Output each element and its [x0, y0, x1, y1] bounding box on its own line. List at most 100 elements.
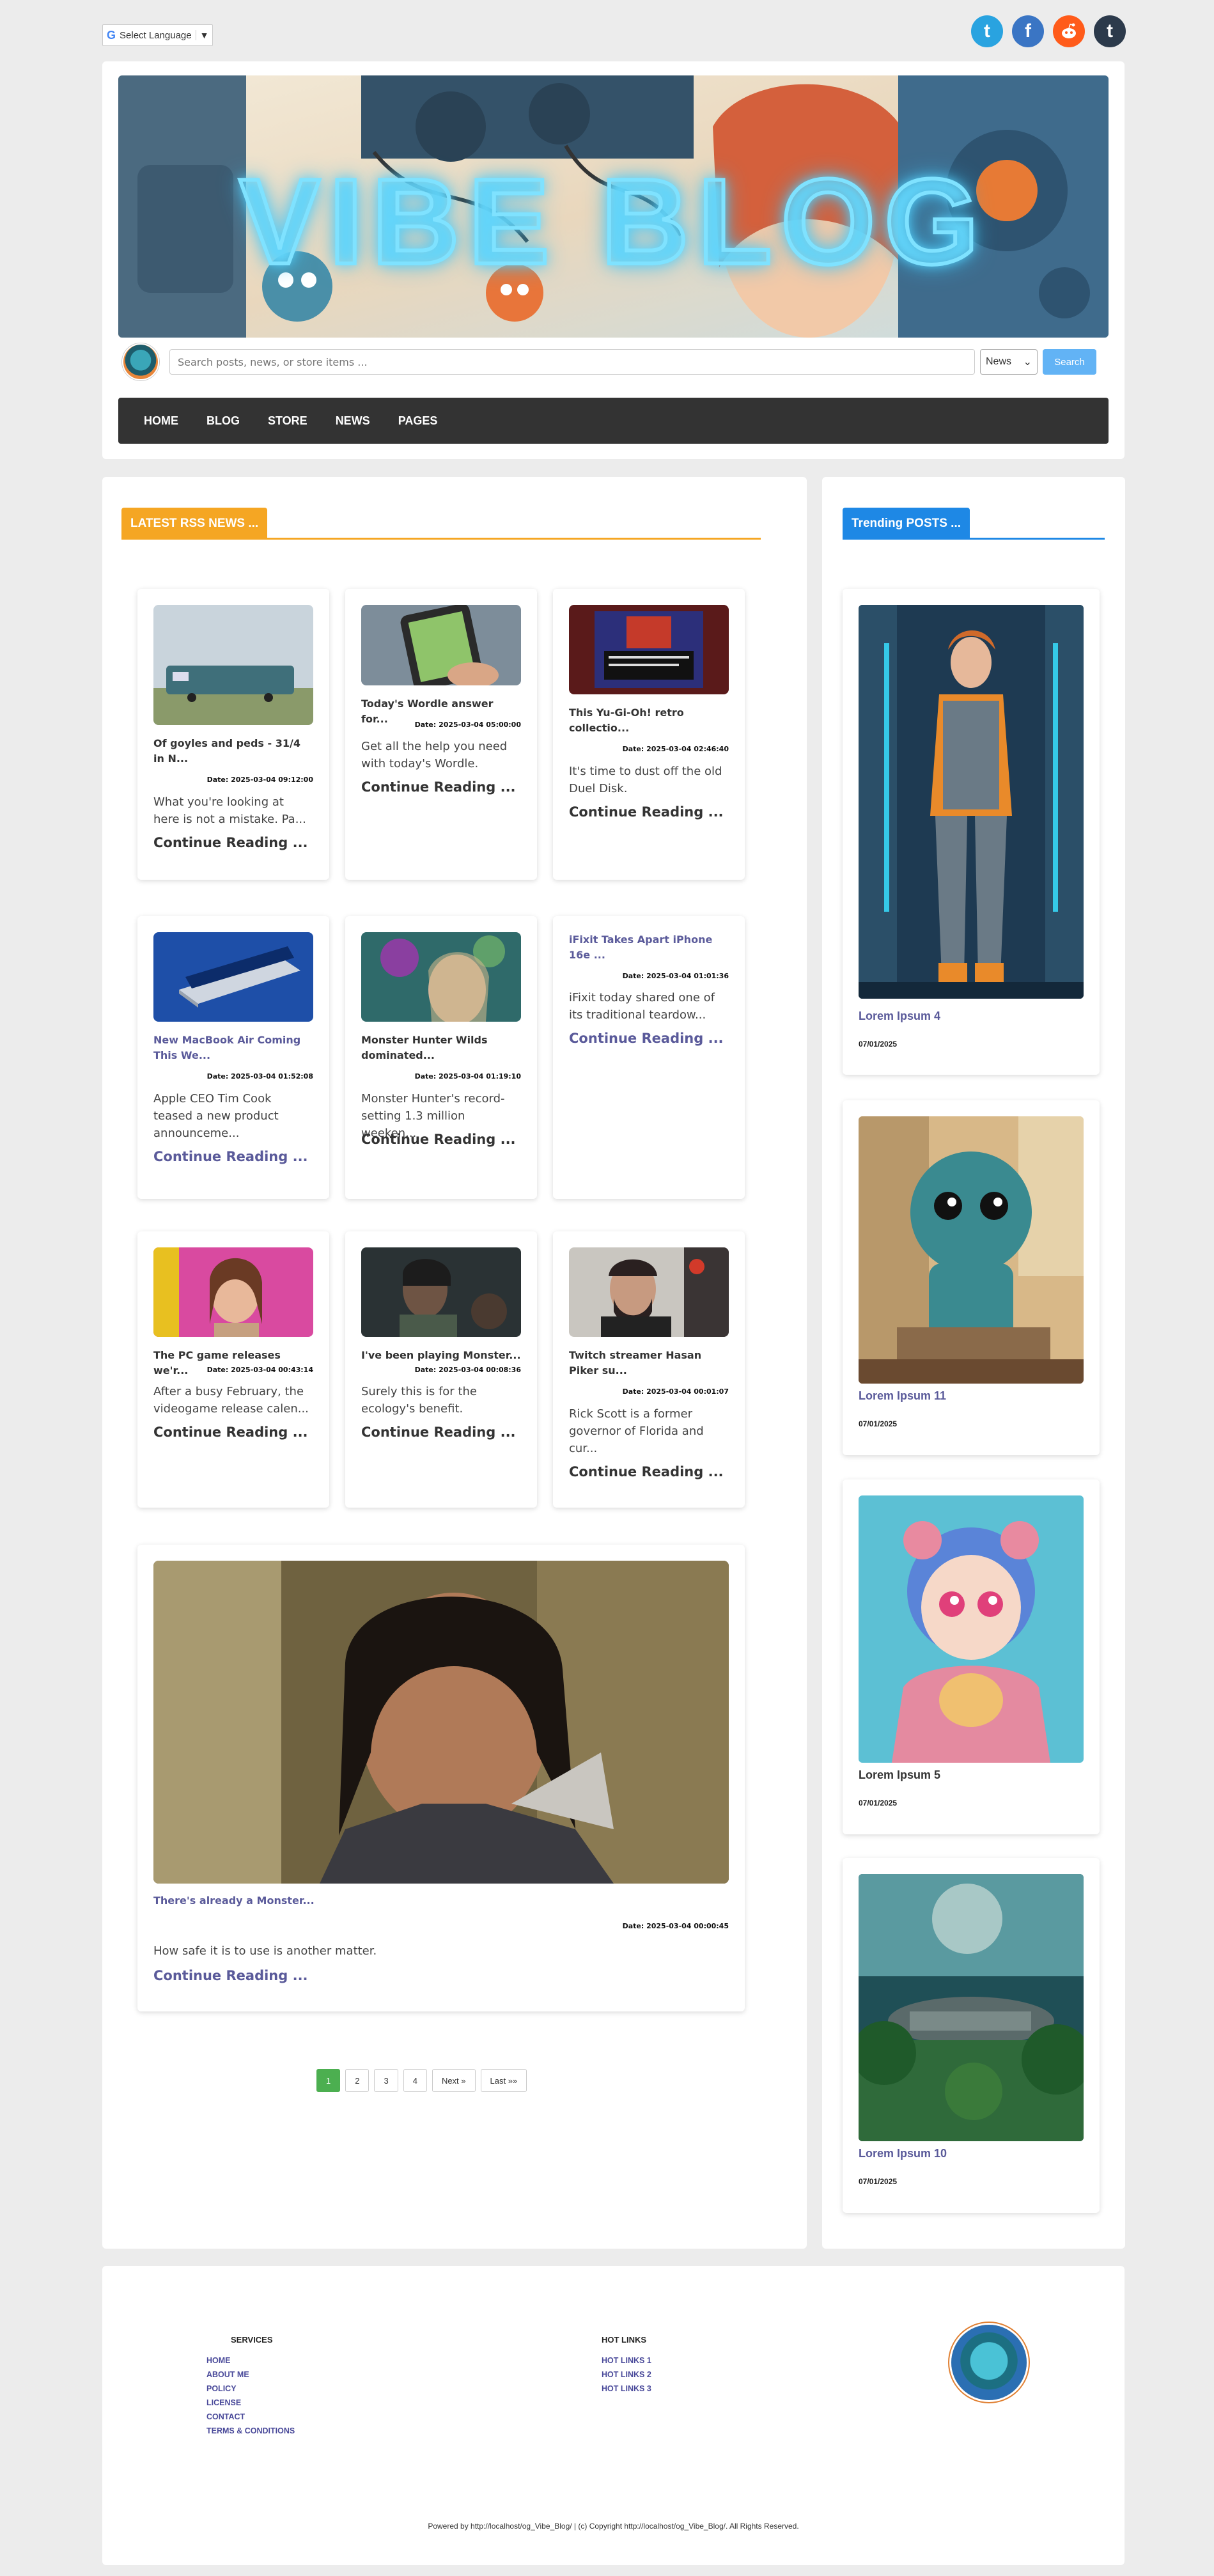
news-date: Date: 2025-03-04 09:12:00 — [206, 776, 313, 784]
trending-card[interactable]: Lorem Ipsum 5 07/01/2025 — [843, 1479, 1100, 1834]
news-thumbnail[interactable] — [361, 605, 521, 685]
trending-card[interactable]: Lorem Ipsum 10 07/01/2025 — [843, 1858, 1100, 2213]
news-title[interactable]: There's already a Monster... — [153, 1893, 537, 1909]
hotlink-1[interactable]: HOT LINKS 1 — [602, 2354, 651, 2368]
nav-blog[interactable]: BLOG — [192, 414, 254, 428]
trending-image[interactable] — [859, 1495, 1084, 1763]
next-page-button[interactable]: Next » — [432, 2069, 476, 2092]
news-title[interactable]: Monster Hunter Wilds dominated... — [361, 1033, 521, 1063]
hotlink-3[interactable]: HOT LINKS 3 — [602, 2382, 651, 2396]
search-button[interactable]: Search — [1043, 349, 1096, 375]
twitter-icon[interactable]: t — [971, 15, 1003, 47]
hotlinks-column: HOT LINKS HOT LINKS 1 HOT LINKS 2 HOT LI… — [602, 2335, 651, 2396]
search-input[interactable] — [169, 349, 975, 375]
news-title[interactable]: Twitch streamer Hasan Piker su... — [569, 1348, 729, 1378]
news-thumbnail[interactable] — [153, 932, 313, 1022]
continue-reading-link[interactable]: Continue Reading ... — [153, 835, 308, 850]
news-thumbnail[interactable] — [569, 1247, 729, 1337]
copyright: Powered by http://localhost/og_Vibe_Blog… — [428, 2522, 799, 2531]
tumblr-icon[interactable]: t — [1094, 15, 1126, 47]
facebook-icon[interactable]: f — [1012, 15, 1044, 47]
trending-date: 07/01/2025 — [859, 1040, 898, 1049]
news-excerpt: Get all the help you need with today's W… — [361, 740, 508, 770]
footer-link-terms[interactable]: TERMS & CONDITIONS — [206, 2424, 295, 2438]
featured-thumbnail[interactable] — [153, 1561, 729, 1884]
page-2-button[interactable]: 2 — [345, 2069, 370, 2092]
section-header: Trending POSTS ... — [843, 508, 1105, 540]
news-card[interactable]: iFixit Takes Apart iPhone 16e ... Date: … — [553, 916, 745, 1199]
page-3-button[interactable]: 3 — [374, 2069, 398, 2092]
news-card[interactable]: I've been playing Monster... Date: 2025-… — [345, 1231, 537, 1508]
continue-reading-link[interactable]: Continue Reading ... — [361, 779, 516, 795]
news-title[interactable]: New MacBook Air Coming This We... — [153, 1033, 313, 1063]
footer-link-policy[interactable]: POLICY — [206, 2382, 295, 2396]
continue-reading-link[interactable]: Continue Reading ... — [361, 1425, 516, 1440]
continue-reading-link[interactable]: Continue Reading ... — [153, 1968, 308, 1983]
page-4-button[interactable]: 4 — [403, 2069, 427, 2092]
pagination: 1 2 3 4 Next » Last »» — [316, 2069, 527, 2092]
news-excerpt: After a busy February, the videogame rel… — [153, 1385, 309, 1416]
continue-reading-link[interactable]: Continue Reading ... — [361, 1132, 516, 1147]
news-title[interactable]: Of goyles and peds - 31/4 in N... — [153, 736, 313, 767]
footer-link-home[interactable]: HOME — [206, 2354, 295, 2368]
news-thumbnail[interactable] — [569, 605, 729, 694]
nav-home[interactable]: HOME — [130, 414, 192, 428]
news-excerpt: iFixit today shared one of its tradition… — [569, 991, 715, 1022]
search-row: News ⌄ Search — [118, 343, 1109, 381]
trending-date: 07/01/2025 — [859, 1799, 898, 1807]
news-title[interactable]: I've been playing Monster... — [361, 1348, 521, 1363]
news-card[interactable]: This Yu-Gi-Oh! retro collectio... Date: … — [553, 589, 745, 880]
header: VIBE BLOG News ⌄ Search HOME BLOG STORE … — [102, 61, 1125, 459]
social-links: t f t — [971, 15, 1126, 47]
continue-reading-link[interactable]: Continue Reading ... — [153, 1425, 308, 1440]
last-page-button[interactable]: Last »» — [480, 2069, 527, 2092]
news-date: Date: 2025-03-04 05:00:00 — [414, 721, 521, 729]
search-category-select[interactable]: News ⌄ — [980, 349, 1038, 375]
services-column: SERVICES HOME ABOUT ME POLICY LICENSE CO… — [206, 2335, 295, 2438]
news-card[interactable]: Twitch streamer Hasan Piker su... Date: … — [553, 1231, 745, 1508]
reddit-icon[interactable] — [1053, 15, 1085, 47]
trending-image[interactable] — [859, 1116, 1084, 1384]
news-excerpt: Apple CEO Tim Cook teased a new product … — [153, 1092, 279, 1140]
news-thumbnail[interactable] — [361, 1247, 521, 1337]
news-card[interactable]: The PC game releases we'r... Date: 2025-… — [137, 1231, 329, 1508]
language-selector[interactable]: G Select Language ▼ — [102, 24, 214, 46]
news-thumbnail[interactable] — [153, 1247, 313, 1337]
trending-title[interactable]: Lorem Ipsum 10 — [859, 2147, 947, 2160]
news-card[interactable]: New MacBook Air Coming This We... Date: … — [137, 916, 329, 1199]
site-logo[interactable] — [122, 343, 159, 380]
footer-link-about[interactable]: ABOUT ME — [206, 2368, 295, 2382]
trending-title[interactable]: Lorem Ipsum 11 — [859, 1389, 946, 1403]
nav-pages[interactable]: PAGES — [384, 414, 452, 428]
news-thumbnail[interactable] — [361, 932, 521, 1022]
trending-card[interactable]: Lorem Ipsum 4 07/01/2025 — [843, 589, 1100, 1075]
news-title[interactable]: This Yu-Gi-Oh! retro collectio... — [569, 705, 729, 736]
trending-card[interactable]: Lorem Ipsum 11 07/01/2025 — [843, 1100, 1100, 1455]
news-section: LATEST RSS NEWS ... Of goyles and peds -… — [102, 477, 807, 2249]
news-card[interactable]: Of goyles and peds - 31/4 in N... Date: … — [137, 589, 329, 880]
trending-title[interactable]: Lorem Ipsum 5 — [859, 1768, 940, 1782]
news-date: Date: 2025-03-04 00:08:36 — [414, 1366, 521, 1374]
trending-image[interactable] — [859, 605, 1084, 999]
banner-title: VIBE BLOG — [237, 152, 988, 292]
nav-news[interactable]: NEWS — [322, 414, 384, 428]
news-title[interactable]: iFixit Takes Apart iPhone 16e ... — [569, 932, 729, 963]
news-card[interactable]: Monster Hunter Wilds dominated... Date: … — [345, 916, 537, 1199]
continue-reading-link[interactable]: Continue Reading ... — [569, 1464, 724, 1479]
footer-link-contact[interactable]: CONTACT — [206, 2410, 295, 2424]
news-date: Date: 2025-03-04 01:52:08 — [206, 1072, 313, 1081]
trending-image[interactable] — [859, 1874, 1084, 2141]
footer-logo[interactable] — [951, 2325, 1027, 2400]
language-label: Select Language — [120, 29, 192, 41]
footer-link-license[interactable]: LICENSE — [206, 2396, 295, 2410]
continue-reading-link[interactable]: Continue Reading ... — [569, 804, 724, 820]
hotlink-2[interactable]: HOT LINKS 2 — [602, 2368, 651, 2382]
featured-news-card[interactable]: There's already a Monster... Date: 2025-… — [137, 1545, 745, 2011]
continue-reading-link[interactable]: Continue Reading ... — [153, 1149, 308, 1164]
news-card[interactable]: Today's Wordle answer for... Date: 2025-… — [345, 589, 537, 880]
trending-title[interactable]: Lorem Ipsum 4 — [859, 1010, 940, 1023]
continue-reading-link[interactable]: Continue Reading ... — [569, 1031, 724, 1046]
news-thumbnail[interactable] — [153, 605, 313, 725]
nav-store[interactable]: STORE — [254, 414, 322, 428]
page-1-button[interactable]: 1 — [316, 2069, 341, 2092]
